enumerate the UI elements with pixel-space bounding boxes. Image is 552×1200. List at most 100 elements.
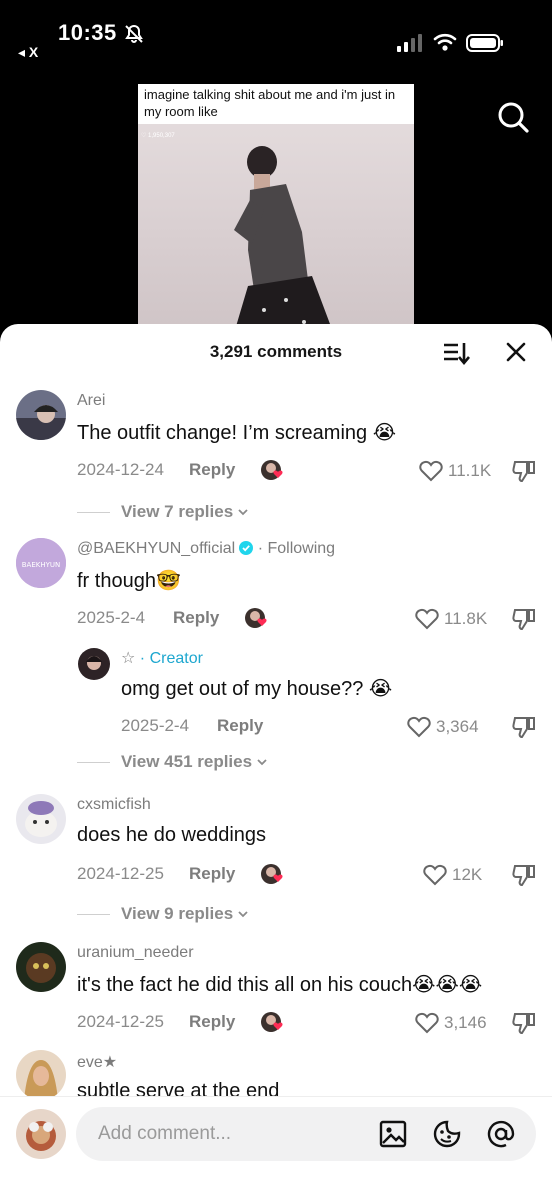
comment-text: fr though🤓 <box>77 570 181 592</box>
comment-meta: 2024-12-25 Reply 3,146 <box>77 1010 537 1036</box>
comment-input[interactable]: Add comment... <box>76 1107 536 1161</box>
like-button[interactable]: 3,364 <box>407 714 479 740</box>
dislike-icon[interactable] <box>511 715 537 739</box>
dislike-icon[interactable] <box>511 1011 537 1035</box>
video-player[interactable]: imagine talking shit about me and i'm ju… <box>0 70 552 350</box>
heart-icon <box>423 864 447 886</box>
view-replies-button[interactable]: View 7 replies <box>77 500 249 524</box>
liked-by-creator-icon <box>261 460 283 480</box>
comments-list[interactable]: Arei The outfit change! I’m screaming 😭 … <box>0 380 552 1100</box>
cellular-signal-icon <box>397 34 422 52</box>
sort-icon[interactable] <box>442 340 470 366</box>
reply-button[interactable]: Reply <box>189 864 235 884</box>
view-replies-button[interactable]: View 9 replies <box>77 902 249 926</box>
chevron-down-icon <box>238 911 248 918</box>
reply-button[interactable]: Reply <box>189 1012 235 1032</box>
video-frame[interactable]: imagine talking shit about me and i'm ju… <box>138 84 414 334</box>
dislike-icon[interactable] <box>511 607 537 631</box>
verified-badge-icon <box>239 541 254 555</box>
comments-sheet: 3,291 comments Arei The outfit change! I… <box>0 324 552 1200</box>
comment-item: cxsmicfish does he do weddings 2024-12-2… <box>0 792 552 942</box>
comment-username[interactable]: Arei <box>77 392 105 410</box>
battery-icon <box>466 34 503 52</box>
dislike-icon[interactable] <box>511 863 537 887</box>
sticker-icon[interactable] <box>432 1119 462 1149</box>
video-person-figure <box>233 146 334 334</box>
like-count: 12K <box>452 865 483 884</box>
reply-item: ☆ · Creator omg get out of my house?? 😭 … <box>0 644 552 794</box>
like-button[interactable]: 12K <box>423 862 482 888</box>
like-button[interactable]: 3,146 <box>415 1010 487 1036</box>
close-icon[interactable] <box>504 340 528 364</box>
like-count: 11.1K <box>448 461 492 480</box>
following-label: · Following <box>257 540 336 557</box>
comment-text: The outfit change! I’m screaming 😭 <box>77 422 397 444</box>
image-icon[interactable] <box>378 1119 408 1149</box>
view-replies-label: View 9 replies <box>121 904 234 923</box>
like-count: 11.8K <box>444 609 488 628</box>
divider-line <box>77 511 110 513</box>
view-replies-label: View 7 replies <box>121 502 234 521</box>
creator-label: · Creator <box>139 650 203 667</box>
username-text: @BAEKHYUN_official <box>77 540 236 557</box>
comment-text: does he do weddings <box>77 824 267 846</box>
avatar[interactable] <box>16 390 66 440</box>
liked-by-creator-icon <box>261 864 283 884</box>
comment-meta: 2025-2-4 Reply 11.8K <box>77 606 537 632</box>
comment-username[interactable]: ☆ · Creator <box>121 648 203 668</box>
comment-meta: 2024-12-25 Reply 12K <box>77 862 537 888</box>
comment-item: BAEKHYUN @BAEKHYUN_official · Following … <box>0 536 552 646</box>
comment-date: 2025-2-4 <box>77 608 146 627</box>
comment-meta: 2025-2-4 Reply 3,364 <box>121 714 537 740</box>
liked-by-creator-icon <box>245 608 267 628</box>
heart-icon <box>415 1012 439 1034</box>
bell-off-icon <box>125 24 143 43</box>
comment-item: uranium_needer it's the fact he did this… <box>0 940 552 1050</box>
like-count: 3,146 <box>444 1013 487 1032</box>
like-count: 3,364 <box>436 717 479 736</box>
avatar[interactable] <box>16 1050 66 1100</box>
search-icon[interactable] <box>496 100 530 134</box>
reply-button[interactable]: Reply <box>173 608 219 628</box>
comment-username[interactable]: @BAEKHYUN_official · Following <box>77 540 335 558</box>
comment-username[interactable]: eve★ <box>77 1052 117 1072</box>
comment-text: omg get out of my house?? 😭 <box>121 678 393 700</box>
comment-text: it's the fact he did this all on his cou… <box>77 974 483 996</box>
avatar[interactable]: BAEKHYUN <box>16 538 66 588</box>
heart-icon <box>415 608 439 630</box>
avatar[interactable] <box>16 942 66 992</box>
heart-icon <box>407 716 431 738</box>
reply-button[interactable]: Reply <box>189 460 235 480</box>
avatar[interactable] <box>16 794 66 844</box>
wifi-icon <box>433 33 457 51</box>
view-replies-label: View 451 replies <box>121 752 253 771</box>
avatar[interactable] <box>78 648 110 680</box>
like-button[interactable]: 11.1K <box>419 458 491 484</box>
like-button[interactable]: 11.8K <box>415 606 487 632</box>
comment-username[interactable]: cxsmicfish <box>77 796 151 814</box>
svg-text:BAEKHYUN: BAEKHYUN <box>22 561 61 569</box>
comment-date: 2024-12-25 <box>77 1012 164 1031</box>
status-time: 10:35 <box>58 20 117 45</box>
divider-line <box>77 761 110 763</box>
comment-composer: Add comment... <box>0 1096 552 1200</box>
comment-item: Arei The outfit change! I’m screaming 😭 … <box>0 388 552 538</box>
comment-input-placeholder: Add comment... <box>98 1123 232 1144</box>
reply-button[interactable]: Reply <box>217 716 263 736</box>
chevron-down-icon <box>238 509 248 516</box>
status-bar: 10:35 ◂ X <box>0 0 552 70</box>
mention-icon[interactable] <box>486 1119 516 1149</box>
my-avatar[interactable] <box>16 1109 66 1159</box>
dislike-icon[interactable] <box>511 459 537 483</box>
video-caption: imagine talking shit about me and i'm ju… <box>138 84 414 124</box>
view-replies-button[interactable]: View 451 replies <box>77 750 268 774</box>
username-text: ☆ <box>121 650 136 667</box>
back-to-app-link[interactable]: ◂ X <box>18 44 38 61</box>
heart-icon <box>419 460 443 482</box>
video-views: ♡ 1,950,307 <box>141 133 175 139</box>
comment-meta: 2024-12-24 Reply 11.1K <box>77 458 537 484</box>
comment-date: 2024-12-24 <box>77 460 164 479</box>
comment-username[interactable]: uranium_needer <box>77 944 194 962</box>
chevron-down-icon <box>257 759 267 766</box>
liked-by-creator-icon <box>261 1012 283 1032</box>
